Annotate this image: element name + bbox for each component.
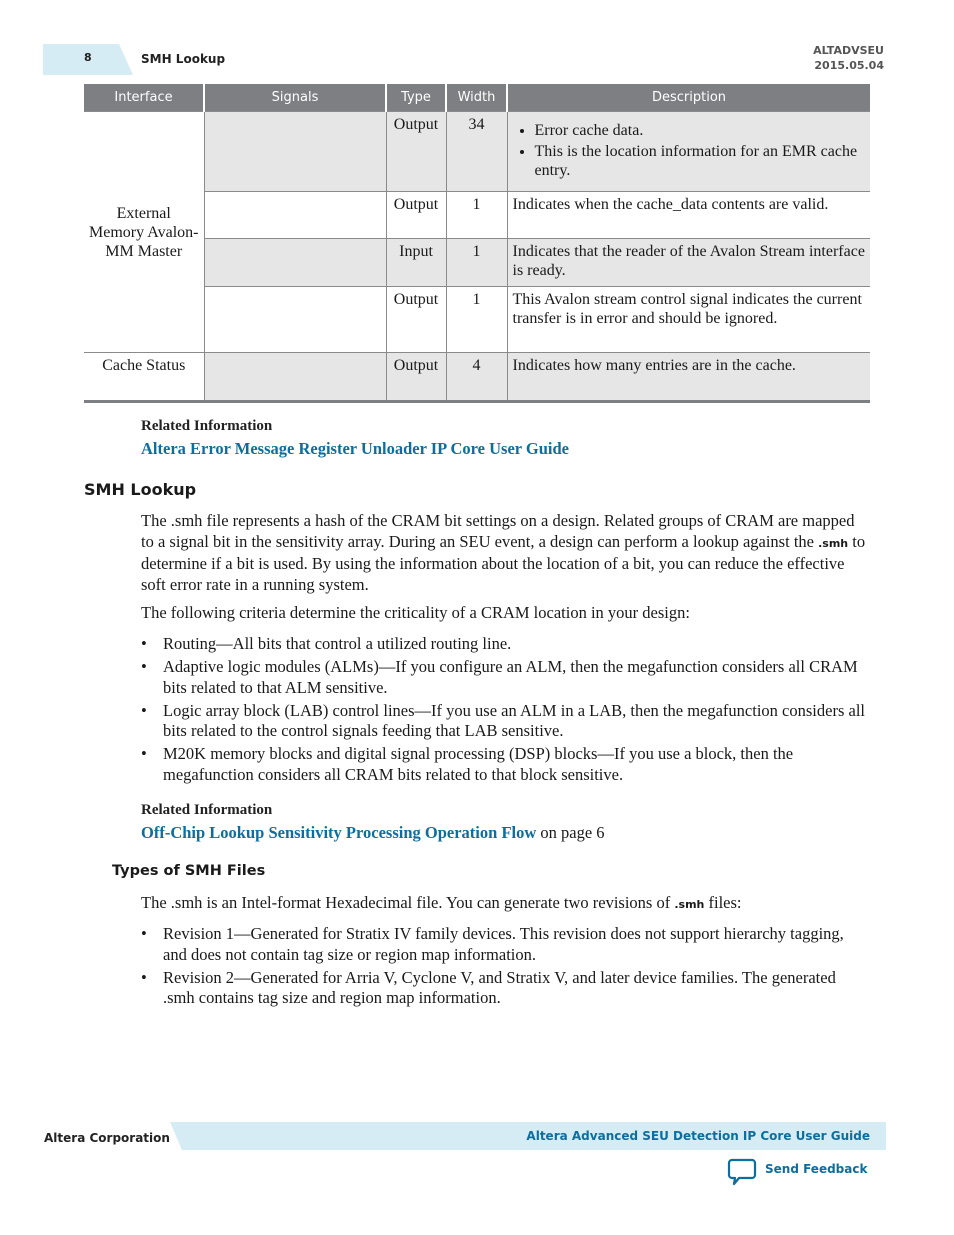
- inline-code: .smh: [674, 898, 705, 911]
- related-link-emr-unloader[interactable]: Altera Error Message Register Unloader I…: [141, 439, 569, 459]
- signal-cell: [203, 111, 387, 192]
- description-list: Error cache data. This is the location i…: [513, 121, 866, 180]
- types-paragraph: The .smh is an Intel-format Hexadecimal …: [141, 893, 869, 916]
- related-info-label: Related Information: [141, 418, 273, 434]
- description-item: This is the location information for an …: [535, 142, 866, 180]
- table-row: External Memory Avalon-MM Master Output …: [84, 111, 870, 353]
- list-item: M20K memory blocks and digital signal pr…: [141, 744, 869, 785]
- section-heading-types-of-smh: Types of SMH Files: [112, 863, 266, 879]
- footer-guide-title[interactable]: Altera Advanced SEU Detection IP Core Us…: [526, 1129, 870, 1143]
- signal-cell: [203, 352, 387, 403]
- column-header-interface: Interface: [84, 84, 204, 112]
- column-header-width: Width: [445, 84, 507, 112]
- interface-cell: External Memory Avalon-MM Master: [84, 111, 205, 353]
- signal-cell: [203, 286, 387, 353]
- width-cell: 1: [445, 191, 508, 239]
- doc-date: 2015.05.04: [814, 59, 884, 72]
- speech-bubble-icon: [727, 1158, 757, 1191]
- type-cell: Output: [385, 286, 447, 353]
- text-run: The .smh is an Intel-format Hexadecimal …: [141, 893, 675, 912]
- send-feedback-label: Send Feedback: [765, 1162, 868, 1176]
- description-cell: This Avalon stream control signal indica…: [506, 286, 870, 353]
- text-run: files:: [704, 893, 742, 912]
- type-cell: Output: [385, 191, 447, 239]
- interface-cell: Cache Status: [84, 352, 205, 403]
- inline-code: .smh: [818, 536, 849, 550]
- type-value: Output: [393, 116, 439, 133]
- list-item: Routing—All bits that control a utilized…: [141, 634, 869, 655]
- related-link-row: Off-Chip Lookup Sensitivity Processing O…: [141, 823, 605, 843]
- description-item: Error cache data.: [535, 121, 866, 140]
- description-cell: Indicates when the cache_data contents a…: [506, 191, 870, 239]
- criteria-list: Routing—All bits that control a utilized…: [141, 634, 869, 788]
- type-cell: Input: [385, 238, 447, 287]
- signals-table: Interface Signals Type Width Description…: [84, 84, 870, 403]
- description-cell: Indicates that the reader of the Avalon …: [506, 238, 870, 287]
- table-header-row: Interface Signals Type Width Description: [84, 84, 870, 112]
- list-item: Logic array block (LAB) control lines—If…: [141, 701, 869, 742]
- running-section-title: SMH Lookup: [141, 52, 226, 66]
- type-cell: Output: [385, 111, 447, 192]
- type-value: Output: [393, 196, 439, 213]
- column-header-signals: Signals: [203, 84, 386, 112]
- width-cell: 1: [445, 238, 508, 287]
- page-reference: on page 6: [536, 823, 605, 842]
- list-item: Revision 2—Generated for Arria V, Cyclon…: [141, 968, 869, 1009]
- type-value: Output: [393, 357, 439, 374]
- width-cell: 34: [445, 111, 508, 192]
- signal-cell: [203, 238, 387, 287]
- related-info-label: Related Information: [141, 802, 273, 818]
- doc-info: ALTADVSEU 2015.05.04: [813, 43, 884, 73]
- section-heading-smh-lookup: SMH Lookup: [84, 480, 197, 499]
- width-cell: 4: [445, 352, 508, 403]
- type-value: Output: [393, 291, 439, 308]
- signal-cell: [203, 191, 387, 239]
- revisions-list: Revision 1—Generated for Stratix IV fami…: [141, 924, 869, 1011]
- text-run: The .smh file represents a hash of the C…: [141, 511, 855, 551]
- doc-id: ALTADVSEU: [813, 44, 884, 57]
- type-cell: Output: [385, 352, 447, 403]
- criteria-intro: The following criteria determine the cri…: [141, 603, 690, 622]
- width-cell: 1: [445, 286, 508, 353]
- column-header-description: Description: [506, 84, 870, 112]
- description-cell: Error cache data. This is the location i…: [506, 111, 870, 192]
- table-row: Cache Status Output 4 Indicates how many…: [84, 352, 870, 403]
- list-item: Adaptive logic modules (ALMs)—If you con…: [141, 657, 869, 698]
- list-item: Revision 1—Generated for Stratix IV fami…: [141, 924, 869, 965]
- related-link-offchip-flow[interactable]: Off-Chip Lookup Sensitivity Processing O…: [141, 823, 536, 842]
- column-header-type: Type: [385, 84, 446, 112]
- send-feedback-button[interactable]: Send Feedback: [727, 1158, 867, 1191]
- smh-lookup-paragraph: The .smh file represents a hash of the C…: [141, 511, 869, 595]
- description-cell: Indicates how many entries are in the ca…: [506, 352, 870, 403]
- page-number: 8: [84, 51, 92, 64]
- footer-company: Altera Corporation: [44, 1131, 170, 1145]
